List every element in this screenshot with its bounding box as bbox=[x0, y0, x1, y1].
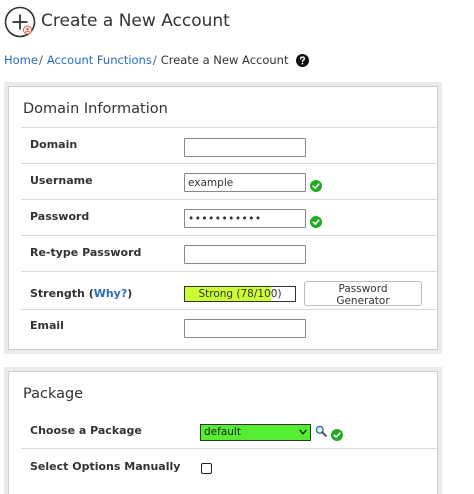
strength-row: Strength (Why?) Strong (78/100) Password… bbox=[21, 271, 438, 309]
package-valid-check-icon bbox=[331, 429, 343, 441]
select-options-manually-checkbox[interactable] bbox=[201, 463, 212, 474]
email-input[interactable] bbox=[184, 319, 306, 338]
breadcrumb-separator: / bbox=[38, 53, 43, 67]
package-title: Package bbox=[23, 386, 84, 402]
breadcrumb-current: Create a New Account bbox=[160, 53, 289, 67]
breadcrumb-home-link[interactable]: Home bbox=[4, 53, 38, 67]
retype-password-row: Re-type Password bbox=[21, 235, 438, 271]
password-strength-meter: Strong (78/100) bbox=[184, 286, 296, 302]
password-strength-text: Strong (78/100) bbox=[198, 288, 282, 300]
domain-information-panel: Domain Information Domain Username Passw… bbox=[4, 82, 442, 354]
package-panel-body: Package Choose a Package default Select … bbox=[8, 371, 438, 494]
domain-information-panel-body: Domain Information Domain Username Passw… bbox=[8, 86, 438, 350]
package-panel: Package Choose a Package default Select … bbox=[4, 367, 442, 494]
chevron-down-icon bbox=[299, 429, 307, 435]
password-generator-button[interactable]: Password Generator bbox=[304, 281, 422, 307]
email-label: Email bbox=[30, 319, 64, 332]
strength-label: Strength (Why?) bbox=[30, 287, 132, 300]
username-input[interactable] bbox=[184, 173, 306, 192]
username-label: Username bbox=[30, 174, 93, 187]
retype-password-label: Re-type Password bbox=[30, 246, 142, 259]
package-select-value: default bbox=[204, 426, 241, 438]
package-select[interactable]: default bbox=[200, 424, 311, 441]
strength-why-link[interactable]: Why? bbox=[94, 287, 128, 300]
choose-package-label: Choose a Package bbox=[30, 424, 142, 437]
breadcrumb-account-functions-link[interactable]: Account Functions bbox=[47, 53, 152, 67]
domain-information-title: Domain Information bbox=[23, 101, 168, 117]
breadcrumb: Home / Account Functions / Create a New … bbox=[4, 51, 310, 69]
username-row: Username bbox=[21, 163, 438, 199]
help-icon[interactable] bbox=[296, 53, 310, 67]
strength-label-suffix: ) bbox=[127, 287, 133, 300]
password-valid-check-icon bbox=[310, 216, 322, 228]
retype-password-input[interactable] bbox=[184, 245, 306, 264]
password-row: Password bbox=[21, 199, 438, 235]
domain-input[interactable] bbox=[184, 138, 306, 157]
breadcrumb-separator: / bbox=[152, 53, 157, 67]
select-options-manually-label: Select Options Manually bbox=[30, 460, 181, 473]
page-header: Create a New Account bbox=[0, 0, 474, 46]
password-input[interactable] bbox=[184, 209, 306, 228]
add-account-icon bbox=[4, 6, 36, 38]
domain-row: Domain bbox=[21, 127, 438, 163]
password-label: Password bbox=[30, 210, 90, 223]
page-title: Create a New Account bbox=[41, 11, 230, 31]
domain-label: Domain bbox=[30, 138, 78, 151]
search-icon[interactable] bbox=[315, 425, 327, 437]
select-options-manually-row: Select Options Manually bbox=[21, 448, 438, 488]
email-row: Email bbox=[21, 309, 438, 347]
choose-package-row: Choose a Package default bbox=[21, 412, 438, 448]
username-valid-check-icon bbox=[310, 180, 322, 192]
strength-label-prefix: Strength ( bbox=[30, 287, 94, 300]
